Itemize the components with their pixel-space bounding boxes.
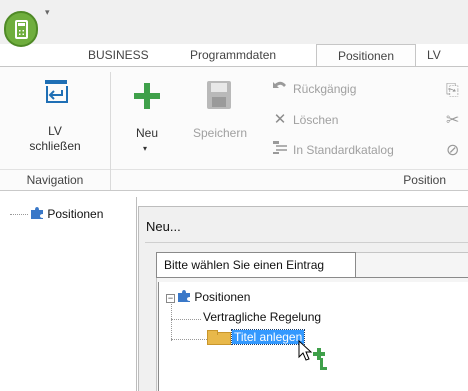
tab-positionen[interactable]: Positionen	[316, 44, 416, 67]
tab-programmdaten[interactable]: Programmdaten	[190, 44, 276, 66]
chevron-down-icon: ▾	[143, 144, 148, 153]
save-button[interactable]: Speichern	[184, 72, 256, 168]
drag-cursor-icon	[298, 340, 327, 370]
add-to-catalog-button[interactable]: In Standardkatalog	[271, 139, 394, 161]
tab-business[interactable]: BUSINESS	[88, 44, 149, 66]
tree-item-label: Positionen	[194, 290, 251, 304]
lv-close-label-line1: LV	[48, 124, 62, 138]
undo-icon	[271, 78, 289, 100]
undo-button[interactable]: Rückgängig	[271, 78, 356, 100]
lv-close-button[interactable]: LV schließen	[10, 72, 100, 168]
new-button-label: Neu	[135, 126, 158, 140]
tab-choose-entry[interactable]: Bitte wählen Sie einen Eintrag	[156, 252, 356, 278]
title-bar	[0, 0, 468, 44]
delete-icon: ✕	[273, 111, 287, 128]
copy-icon[interactable]: ⎘	[446, 76, 468, 106]
left-tree-pane	[0, 197, 137, 391]
left-tree-root[interactable]: Positionen	[10, 206, 103, 222]
tree-item-label: Vertragliche Regelung	[203, 310, 322, 324]
quick-access-dropdown-icon[interactable]: ▾	[45, 7, 50, 18]
delete-button[interactable]: ✕ Löschen	[271, 109, 339, 131]
tab-lv[interactable]: LV	[427, 44, 441, 66]
new-button[interactable]: Neu ▾	[120, 72, 174, 168]
puzzle-icon	[178, 290, 190, 302]
calculator-icon	[15, 20, 28, 39]
group-label-navigation: Navigation	[26, 173, 84, 187]
undo-label: Rückgängig	[293, 82, 357, 96]
entry-tree: − Positionen Vertragliche Regelung Titel…	[158, 282, 468, 391]
catalog-label: In Standardkatalog	[293, 143, 394, 157]
left-tree-root-label: Positionen	[47, 207, 104, 221]
dialog-divider	[145, 242, 468, 243]
plus-icon	[134, 83, 160, 109]
tree-item-titel-anlegen[interactable]: Titel anlegen	[207, 328, 306, 346]
dialog-title: Neu...	[146, 219, 181, 234]
clear-icon[interactable]: ⊘	[446, 136, 468, 166]
tree-item-vertragliche-regelung[interactable]: Vertragliche Regelung	[203, 308, 321, 326]
lv-close-icon	[45, 80, 68, 103]
app-menu-button[interactable]	[4, 11, 38, 47]
catalog-icon	[271, 139, 289, 161]
save-icon	[207, 81, 231, 109]
collapse-icon[interactable]: −	[166, 294, 175, 303]
group-label-position: Position	[403, 173, 446, 187]
overflow-ribbon-icons: ⎘ ✂ ⊘	[446, 76, 468, 168]
lv-close-label-line2: schließen	[29, 139, 81, 153]
tree-item-label: Titel anlegen	[230, 329, 306, 345]
tab-panel-border	[356, 277, 468, 278]
tree-item-positionen[interactable]: − Positionen	[166, 288, 250, 306]
save-button-label: Speichern	[192, 126, 248, 140]
delete-label: Löschen	[293, 113, 339, 127]
puzzle-icon	[31, 207, 43, 219]
cut-icon[interactable]: ✂	[446, 106, 468, 136]
folder-icon	[207, 330, 231, 345]
